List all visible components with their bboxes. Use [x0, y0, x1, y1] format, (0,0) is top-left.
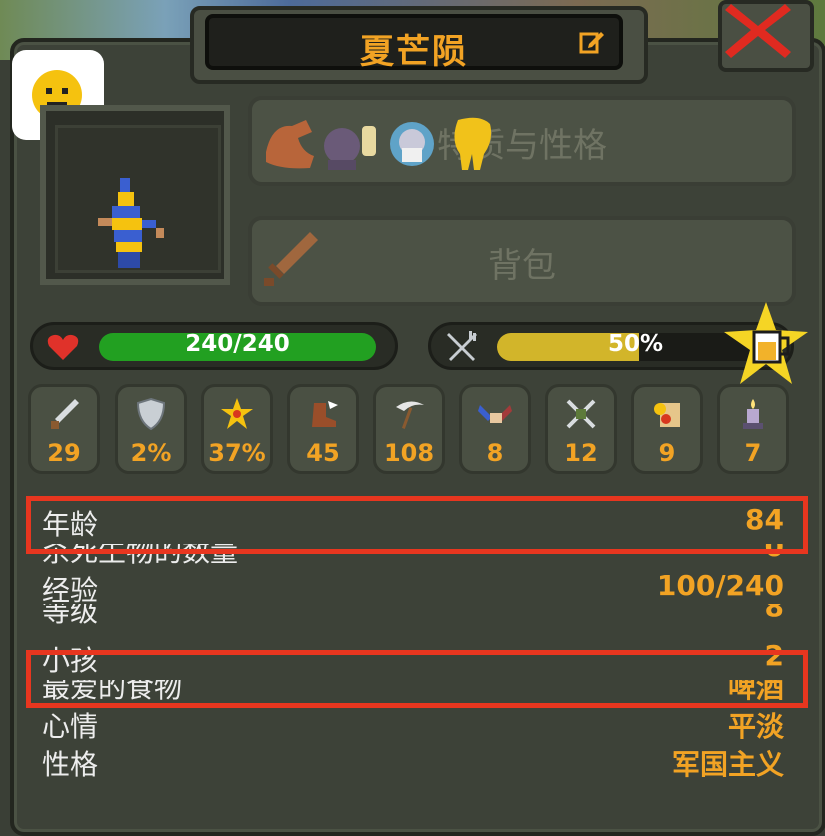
info-value: 8 — [764, 604, 784, 623]
stat-value: 7 — [744, 439, 762, 467]
stat-value: 45 — [306, 439, 340, 467]
stat-value: 29 — [47, 439, 81, 467]
highlight-box-children — [26, 650, 808, 708]
favorite-food-star-icon — [724, 302, 808, 384]
stat-attack-speed[interactable]: 45 — [287, 384, 359, 474]
inventory-label: 背包 — [488, 246, 556, 286]
strong-arm-icon — [266, 120, 314, 169]
stat-diplomacy[interactable]: 8 — [459, 384, 531, 474]
info-value: 平淡 — [727, 710, 784, 743]
info-label: 经验 — [42, 574, 99, 607]
golden-tooth-icon — [454, 117, 492, 170]
info-label: 性格 — [42, 748, 99, 781]
stat-critical[interactable]: 37% — [201, 384, 273, 474]
edit-icon[interactable] — [579, 28, 605, 54]
heart-icon — [47, 334, 79, 360]
critical-star-icon — [221, 398, 253, 429]
inventory-slot[interactable]: 背包 — [248, 216, 796, 306]
health-bar: 240/240 — [30, 322, 398, 370]
trait-icons[interactable] — [262, 112, 502, 174]
diplomacy-handshake-icon — [478, 405, 512, 423]
name-bar[interactable]: 夏芒陨 — [205, 14, 623, 72]
info-label: 等级 — [42, 604, 99, 628]
ghost-icon — [324, 126, 376, 170]
stat-damage[interactable]: 29 — [28, 384, 100, 474]
stat-warfare[interactable]: 12 — [545, 384, 617, 474]
stat-stewardship[interactable]: 9 — [631, 384, 703, 474]
stat-intelligence[interactable]: 7 — [717, 384, 789, 474]
unit-sprite — [98, 178, 164, 268]
stat-value: 9 — [658, 439, 676, 467]
stat-value: 2% — [130, 439, 172, 467]
info-row-personality: 性格 军国主义 — [36, 740, 788, 781]
warfare-swords-icon — [566, 399, 596, 429]
stat-value: 12 — [564, 439, 598, 467]
stat-armor[interactable]: 2% — [115, 384, 187, 474]
info-label: 心情 — [42, 710, 99, 743]
stewardship-coins-icon — [654, 403, 680, 427]
stat-value: 37% — [208, 439, 266, 467]
info-row-experience: 经验 100/240 — [36, 566, 788, 607]
range-scythe-icon — [396, 401, 424, 429]
info-value: 100/240 — [656, 569, 784, 602]
stat-value: 8 — [486, 439, 504, 467]
stat-value: 108 — [383, 439, 435, 467]
info-row-level: 等级 8 — [36, 604, 788, 628]
stat-range[interactable]: 108 — [373, 384, 445, 474]
armor-shield-icon — [136, 397, 166, 431]
highlight-box-age — [26, 496, 808, 554]
unit-name: 夏芒陨 — [360, 32, 468, 72]
sword-icon — [264, 232, 318, 286]
close-icon[interactable] — [723, 0, 793, 60]
wise-elder-icon — [390, 122, 434, 166]
intelligence-candle-icon — [743, 399, 763, 429]
fork-knife-icon — [447, 331, 477, 361]
attack-speed-boot-icon — [312, 401, 338, 427]
damage-sword-icon — [51, 399, 79, 429]
health-text: 240/240 — [185, 331, 290, 357]
info-value: 军国主义 — [671, 748, 784, 781]
stats-row: 29 2% 37% 45 108 8 12 9 7 — [28, 384, 798, 476]
